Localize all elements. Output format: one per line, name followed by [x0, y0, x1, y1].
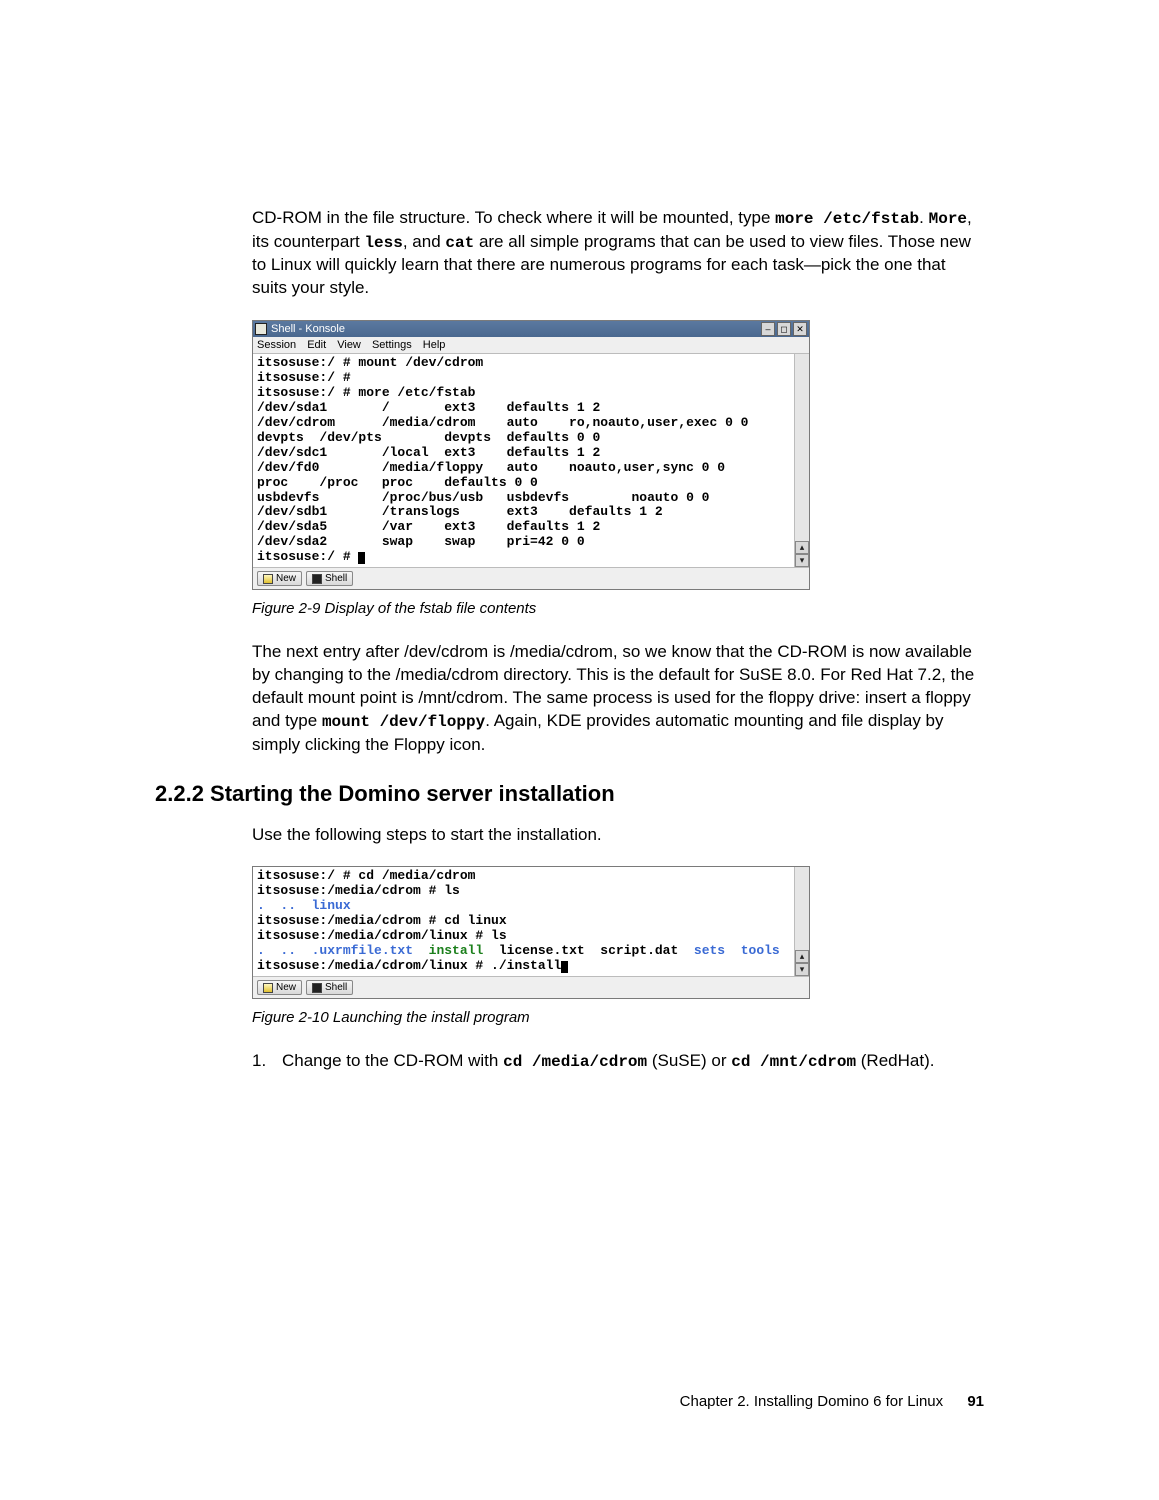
window-title: Shell - Konsole: [271, 323, 761, 335]
button-label: New: [276, 982, 296, 993]
terminal-wrap: itsosuse:/ # mount /dev/cdrom itsosuse:/…: [253, 354, 809, 567]
text: (RedHat).: [856, 1051, 934, 1070]
konsole-tabbar: New Shell: [253, 976, 809, 998]
konsole-window-2: itsosuse:/ # cd /media/cdrom itsosuse:/m…: [252, 866, 810, 999]
scrollbar[interactable]: ▴ ▾: [794, 867, 809, 976]
terminal-line: /dev/sdc1 /local ext3 defaults 1 2: [257, 445, 600, 460]
page-number: 91: [967, 1393, 984, 1410]
scroll-down-icon[interactable]: ▾: [795, 963, 809, 976]
window-controls: – ◻ ✕: [761, 322, 807, 336]
maximize-button[interactable]: ◻: [777, 322, 791, 336]
scrollbar[interactable]: ▴ ▾: [794, 354, 809, 567]
ls-entry: license.txt script.dat: [483, 943, 694, 958]
terminal-line: itsosuse:/ #: [257, 549, 358, 564]
ls-executable: install: [429, 943, 484, 958]
shell-icon: [312, 574, 322, 584]
menu-help[interactable]: Help: [423, 339, 446, 351]
konsole-icon: [255, 323, 267, 335]
konsole-window: Shell - Konsole – ◻ ✕ Session Edit View …: [252, 320, 810, 590]
figure-caption-2-9: Figure 2-9 Display of the fstab file con…: [252, 600, 984, 617]
terminal-line: itsosuse:/ #: [257, 370, 351, 385]
text: Change to the CD-ROM with: [282, 1051, 503, 1070]
scroll-up-icon[interactable]: ▴: [795, 541, 809, 554]
inline-command: More: [929, 210, 967, 228]
terminal-output[interactable]: itsosuse:/ # mount /dev/cdrom itsosuse:/…: [253, 354, 794, 567]
terminal-line: itsosuse:/media/cdrom/linux # ./install: [257, 958, 561, 973]
scroll-down-icon[interactable]: ▾: [795, 554, 809, 567]
inline-command: mount /dev/floppy: [322, 713, 485, 731]
scroll-up-icon[interactable]: ▴: [795, 950, 809, 963]
figure-caption-2-10: Figure 2-10 Launching the install progra…: [252, 1009, 984, 1026]
terminal-line: itsosuse:/ # mount /dev/cdrom: [257, 355, 483, 370]
terminal-line: /dev/cdrom /media/cdrom auto ro,noauto,u…: [257, 415, 748, 430]
inline-command: cat: [445, 234, 474, 252]
cursor-icon: [561, 961, 568, 973]
button-label: Shell: [325, 573, 347, 584]
menu-edit[interactable]: Edit: [307, 339, 326, 351]
terminal-line: /dev/fd0 /media/floppy auto noauto,user,…: [257, 460, 725, 475]
shell-tab-button[interactable]: Shell: [306, 980, 353, 995]
step-1: 1. Change to the CD-ROM with cd /media/c…: [252, 1050, 984, 1074]
terminal-line: /dev/sda1 / ext3 defaults 1 2: [257, 400, 600, 415]
terminal-line: /dev/sda5 /var ext3 defaults 1 2: [257, 519, 600, 534]
inline-command: cd /media/cdrom: [503, 1053, 647, 1071]
ls-dots: . ..: [257, 898, 312, 913]
close-button[interactable]: ✕: [793, 322, 807, 336]
intro-paragraph: CD-ROM in the file structure. To check w…: [252, 207, 984, 300]
shell-tab-button[interactable]: Shell: [306, 571, 353, 586]
text: CD-ROM in the file structure. To check w…: [252, 208, 775, 227]
button-label: New: [276, 573, 296, 584]
shell-icon: [312, 983, 322, 993]
terminal-line: itsosuse:/media/cdrom # ls: [257, 883, 460, 898]
text: , and: [403, 232, 446, 251]
new-icon: [263, 574, 273, 584]
new-icon: [263, 983, 273, 993]
ls-entry: . .. .uxrmfile.txt: [257, 943, 429, 958]
inline-command: less: [364, 234, 402, 252]
text: .: [919, 208, 928, 227]
button-label: Shell: [325, 982, 347, 993]
konsole-tabbar: New Shell: [253, 567, 809, 589]
terminal-line: /dev/sdb1 /translogs ext3 defaults 1 2: [257, 504, 663, 519]
section-heading-2-2-2: 2.2.2 Starting the Domino server install…: [155, 781, 984, 807]
terminal-line: itsosuse:/ # cd /media/cdrom: [257, 868, 475, 883]
step-text: Change to the CD-ROM with cd /media/cdro…: [282, 1050, 934, 1074]
menu-bar: Session Edit View Settings Help: [253, 337, 809, 354]
page-footer: Chapter 2. Installing Domino 6 for Linux…: [680, 1393, 984, 1410]
terminal-line: proc /proc proc defaults 0 0: [257, 475, 538, 490]
terminal-wrap: itsosuse:/ # cd /media/cdrom itsosuse:/m…: [253, 867, 809, 976]
page: CD-ROM in the file structure. To check w…: [0, 0, 1159, 1500]
menu-session[interactable]: Session: [257, 339, 296, 351]
new-tab-button[interactable]: New: [257, 571, 302, 586]
ls-entry: [725, 943, 741, 958]
menu-settings[interactable]: Settings: [372, 339, 412, 351]
text: (SuSE) or: [647, 1051, 731, 1070]
terminal-line: itsosuse:/media/cdrom/linux # ls: [257, 928, 507, 943]
section-intro: Use the following steps to start the ins…: [252, 824, 984, 847]
terminal-line: itsosuse:/ # more /etc/fstab: [257, 385, 475, 400]
ls-dir: linux: [312, 898, 351, 913]
step-number: 1.: [252, 1050, 272, 1074]
ls-dir: tools: [741, 943, 780, 958]
terminal-line: devpts /dev/pts devpts defaults 0 0: [257, 430, 600, 445]
menu-view[interactable]: View: [337, 339, 361, 351]
terminal-line: /dev/sda2 swap swap pri=42 0 0: [257, 534, 585, 549]
ls-dir: sets: [694, 943, 725, 958]
terminal-line: usbdevfs /proc/bus/usb usbdevfs noauto 0…: [257, 490, 709, 505]
window-titlebar[interactable]: Shell - Konsole – ◻ ✕: [253, 321, 809, 337]
inline-command: cd /mnt/cdrom: [731, 1053, 856, 1071]
terminal-line: itsosuse:/media/cdrom # cd linux: [257, 913, 507, 928]
paragraph: The next entry after /dev/cdrom is /medi…: [252, 641, 984, 756]
inline-command: more /etc/fstab: [775, 210, 919, 228]
terminal-output[interactable]: itsosuse:/ # cd /media/cdrom itsosuse:/m…: [253, 867, 794, 976]
minimize-button[interactable]: –: [761, 322, 775, 336]
cursor-icon: [358, 552, 365, 564]
new-tab-button[interactable]: New: [257, 980, 302, 995]
chapter-title: Chapter 2. Installing Domino 6 for Linux: [680, 1393, 943, 1410]
